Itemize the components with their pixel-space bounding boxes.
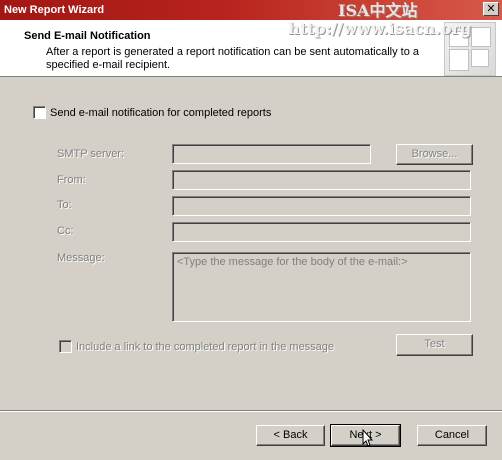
- watermark: ISA中文站 http://www.isacn.org: [288, 1, 472, 38]
- message-field[interactable]: <Type the message for the body of the e-…: [172, 252, 471, 322]
- from-field[interactable]: [172, 170, 471, 190]
- message-label: Message:: [57, 252, 105, 264]
- test-button[interactable]: Test: [396, 334, 473, 356]
- back-button[interactable]: < Back: [256, 425, 325, 446]
- page-title: Send E-mail Notification: [24, 30, 151, 42]
- window-title: New Report Wizard: [4, 4, 105, 16]
- to-field[interactable]: [172, 196, 471, 216]
- mouse-cursor-icon: [362, 429, 374, 447]
- close-button[interactable]: ✕: [483, 2, 499, 16]
- page-description: After a report is generated a report not…: [46, 46, 419, 71]
- send-notification-label: Send e-mail notification for completed r…: [50, 107, 272, 119]
- cancel-button[interactable]: Cancel: [417, 425, 487, 446]
- smtp-label: SMTP server:: [57, 148, 125, 160]
- from-label: From:: [57, 174, 86, 186]
- include-link-label: Include a link to the completed report i…: [76, 341, 335, 353]
- send-notification-checkbox[interactable]: [33, 106, 46, 119]
- browse-button[interactable]: Browse...: [396, 144, 473, 165]
- include-link-checkbox[interactable]: [59, 340, 72, 353]
- to-label: To:: [57, 199, 72, 211]
- footer-separator: [0, 410, 502, 412]
- smtp-server-field[interactable]: [172, 144, 371, 164]
- cc-label: Cc:: [57, 225, 74, 237]
- cc-field[interactable]: [172, 222, 471, 242]
- close-icon: ✕: [486, 3, 496, 15]
